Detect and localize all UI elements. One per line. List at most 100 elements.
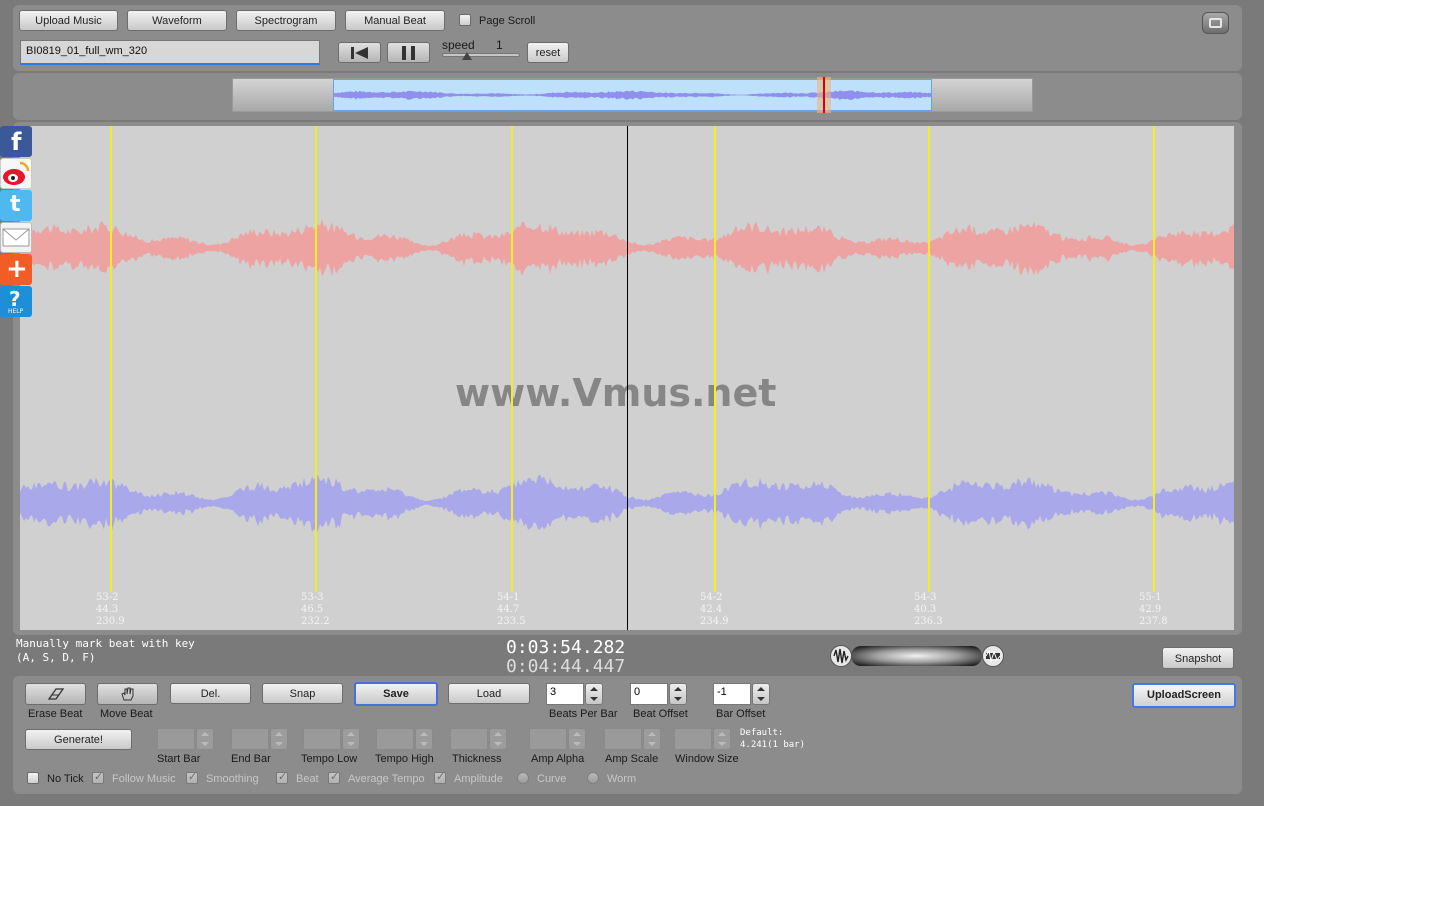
- tempo-low-stepper: [303, 728, 361, 750]
- twitter-icon[interactable]: t: [0, 190, 32, 221]
- beat-offset-input[interactable]: 0: [630, 683, 668, 705]
- smoothing-checkbox: ✓: [186, 771, 198, 784]
- hint-line-2: (A, S, D, F): [16, 651, 96, 664]
- beat-line[interactable]: [928, 126, 930, 592]
- speed-label: speed: [442, 38, 475, 52]
- beat-label: 54-2 42.4 234.9: [700, 592, 729, 627]
- beat-line[interactable]: [511, 126, 513, 592]
- beat-line[interactable]: [1153, 126, 1155, 592]
- weibo-icon[interactable]: [0, 158, 32, 189]
- generate-button[interactable]: Generate!: [25, 729, 132, 750]
- amp-scale-label: Amp Scale: [605, 753, 659, 765]
- no-tick-label: No Tick: [47, 773, 84, 785]
- upload-music-button[interactable]: Upload Music: [19, 10, 118, 31]
- tempo-high-label: Tempo High: [375, 753, 434, 765]
- end-bar-label: End Bar: [231, 753, 271, 765]
- snap-button[interactable]: Snap: [262, 683, 343, 704]
- watermark: www.Vmus.net: [455, 371, 777, 415]
- amplitude-label: Amplitude: [454, 773, 503, 785]
- amp-alpha-label: Amp Alpha: [531, 753, 585, 765]
- rewind-button[interactable]: [338, 42, 381, 63]
- average-tempo-checkbox: ✓: [328, 771, 340, 784]
- worm-label: Worm: [607, 773, 637, 785]
- playhead-line: [627, 126, 628, 630]
- beats-per-bar-input[interactable]: 3: [546, 683, 584, 705]
- default-line-2: 4.241(1 bar): [740, 740, 806, 750]
- follow-music-label: Follow Music: [112, 773, 176, 785]
- page-scroll-checkbox[interactable]: [459, 14, 471, 26]
- beat-line[interactable]: [714, 126, 716, 592]
- beat-label: Beat: [296, 773, 319, 785]
- start-bar-label: Start Bar: [157, 753, 201, 765]
- thickness-label: Thickness: [452, 753, 502, 765]
- end-bar-stepper: [231, 728, 289, 750]
- overview-viewport[interactable]: [333, 79, 932, 111]
- pause-icon: [402, 46, 415, 60]
- waveform-zoom-out-icon[interactable]: [830, 645, 852, 667]
- waveform-zoom-in-icon[interactable]: [982, 645, 1004, 667]
- load-button[interactable]: Load: [448, 683, 530, 704]
- help-icon[interactable]: ? HELP: [0, 286, 32, 317]
- zoom-slider[interactable]: [830, 645, 1004, 667]
- bar-offset-arrows[interactable]: [752, 683, 770, 705]
- page-scroll-label: Page Scroll: [479, 15, 536, 27]
- beat-offset-label: Beat Offset: [633, 708, 688, 720]
- save-button[interactable]: Save: [354, 682, 438, 706]
- waveform-canvas[interactable]: www.Vmus.net: [20, 126, 1234, 630]
- beat-label: 54-3 40.3 236.3: [914, 592, 943, 627]
- beat-label: 55-1 42.9 237.8: [1139, 592, 1168, 627]
- zoom-track[interactable]: [851, 646, 982, 666]
- beat-offset-arrows[interactable]: [669, 683, 687, 705]
- manual-beat-button[interactable]: Manual Beat: [345, 10, 445, 31]
- default-line-1: Default:: [740, 728, 784, 738]
- beats-per-bar-arrows[interactable]: [585, 683, 603, 705]
- tempo-high-stepper: [376, 728, 434, 750]
- current-time: 0:03:54.282: [506, 637, 626, 658]
- worm-radio: [587, 772, 599, 784]
- app-window: Upload Music Waveform Spectrogram Manual…: [0, 0, 1264, 806]
- beat-checkbox: ✓: [276, 771, 288, 784]
- upload-screen-button[interactable]: UploadScreen: [1132, 683, 1236, 708]
- overview-playhead[interactable]: [817, 77, 831, 113]
- hint-line-1: Manually mark beat with key: [16, 637, 195, 650]
- beats-per-bar-stepper[interactable]: 3: [546, 683, 604, 705]
- curve-label: Curve: [537, 773, 567, 785]
- add-share-icon[interactable]: +: [0, 254, 32, 285]
- default-window-note: Default: 4.241(1 bar): [740, 727, 805, 751]
- move-beat-button[interactable]: [97, 683, 158, 705]
- amplitude-checkbox: ✓: [434, 771, 446, 784]
- bar-offset-input[interactable]: -1: [713, 683, 751, 705]
- total-time: 0:04:44.447: [506, 656, 626, 677]
- thickness-stepper: [450, 728, 508, 750]
- facebook-icon[interactable]: f: [0, 126, 32, 157]
- spectrogram-button[interactable]: Spectrogram: [236, 10, 336, 31]
- window-size-label: Window Size: [675, 753, 739, 765]
- amp-alpha-stepper: [529, 728, 587, 750]
- pause-button[interactable]: [387, 42, 430, 63]
- del-button[interactable]: Del.: [170, 683, 251, 704]
- fullscreen-icon[interactable]: [1202, 12, 1229, 34]
- overview-track[interactable]: [232, 77, 1033, 113]
- mail-icon[interactable]: [0, 222, 32, 253]
- bar-offset-stepper[interactable]: -1: [713, 683, 771, 705]
- manual-beat-hint: Manually mark beat with key (A, S, D, F): [16, 637, 195, 665]
- file-name-text: BI0819_01_full_wm_320: [26, 45, 148, 57]
- beat-label: 53-2 44.3 230.9: [96, 592, 125, 627]
- skip-back-icon: [351, 47, 368, 59]
- no-tick-checkbox[interactable]: [27, 772, 39, 784]
- overview-waveform: [334, 90, 931, 100]
- window-size-stepper: [674, 728, 732, 750]
- beat-offset-stepper[interactable]: 0: [630, 683, 688, 705]
- speed-slider[interactable]: [442, 52, 520, 60]
- beats-per-bar-label: Beats Per Bar: [549, 708, 618, 720]
- snapshot-button[interactable]: Snapshot: [1162, 647, 1234, 669]
- beat-line[interactable]: [110, 126, 112, 592]
- follow-music-checkbox: ✓: [92, 771, 104, 784]
- speed-slider-thumb[interactable]: [462, 52, 472, 60]
- waveform-button[interactable]: Waveform: [127, 10, 227, 31]
- reset-button[interactable]: reset: [527, 42, 569, 63]
- file-name-field[interactable]: BI0819_01_full_wm_320: [20, 40, 320, 65]
- beat-line[interactable]: [315, 126, 317, 592]
- erase-beat-button[interactable]: [25, 683, 86, 705]
- move-beat-label: Move Beat: [100, 708, 153, 720]
